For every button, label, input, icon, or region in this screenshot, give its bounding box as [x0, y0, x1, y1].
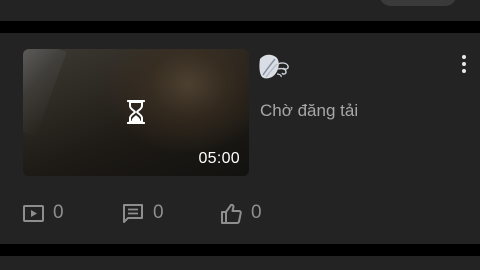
next-card — [0, 256, 480, 270]
likes-stat[interactable]: 0 — [220, 200, 262, 226]
views-stat[interactable]: 0 — [23, 200, 64, 226]
views-count: 0 — [53, 202, 64, 223]
likes-count: 0 — [251, 202, 262, 223]
menu-dot — [462, 55, 466, 59]
comment-icon — [123, 204, 143, 223]
top-pill-button[interactable] — [379, 0, 457, 6]
play-box-icon — [23, 204, 44, 222]
previous-card — [0, 0, 480, 21]
video-duration: 05:00 — [198, 150, 240, 167]
more-options-button[interactable] — [455, 53, 473, 79]
upload-status-text: Chờ đăng tải — [260, 101, 359, 120]
menu-dot — [462, 69, 466, 73]
video-thumbnail[interactable]: 05:00 — [23, 49, 249, 176]
channel-logo[interactable] — [258, 53, 292, 83]
menu-dot — [462, 62, 466, 66]
video-item-card[interactable]: 05:00 Chờ đăng tải 0 0 0 — [0, 33, 480, 244]
comments-count: 0 — [153, 202, 164, 223]
thumbs-up-icon — [221, 203, 242, 224]
thumbnail-highlight — [23, 49, 67, 137]
hourglass-icon — [126, 100, 146, 124]
comments-stat[interactable]: 0 — [122, 200, 164, 226]
